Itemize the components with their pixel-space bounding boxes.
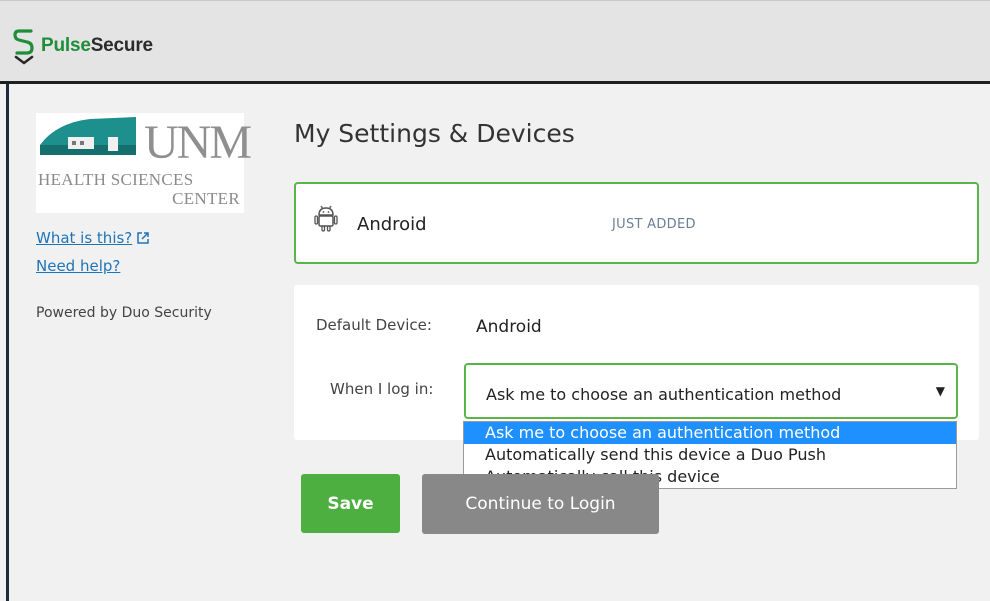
- device-card-android[interactable]: Android JUST ADDED: [294, 182, 979, 264]
- device-name: Android: [357, 214, 427, 235]
- top-border-line: [0, 0, 990, 1]
- default-device-label: Default Device:: [316, 316, 432, 334]
- logo-line1: HEALTH SCIENCES: [38, 170, 194, 189]
- pulse-secure-s-icon: [13, 29, 34, 65]
- external-link-icon: [137, 232, 150, 244]
- powered-by-text: Powered by Duo Security: [36, 305, 212, 321]
- android-icon: [314, 205, 338, 232]
- brand-name: PulseSecure: [41, 35, 153, 57]
- continue-to-login-button[interactable]: Continue to Login: [422, 474, 659, 534]
- what-is-this-label: What is this?: [36, 229, 133, 247]
- logo-line2: CENTER: [172, 189, 240, 208]
- dropdown-option-ask[interactable]: Ask me to choose an authentication metho…: [464, 422, 956, 444]
- save-button[interactable]: Save: [301, 474, 400, 533]
- default-device-value: Android: [476, 317, 542, 337]
- dropdown-option-push[interactable]: Automatically send this device a Duo Pus…: [464, 444, 956, 466]
- unm-hsc-logo: UNM HEALTH SCIENCES CENTER: [36, 113, 252, 213]
- top-bar: PulseSecure: [0, 0, 990, 84]
- pulse-secure-brand: PulseSecure: [12, 26, 153, 66]
- login-method-select[interactable]: Ask me to choose an authentication metho…: [464, 363, 958, 419]
- page-title: My Settings & Devices: [294, 119, 575, 148]
- brand-name-pulse: Pulse: [41, 35, 91, 56]
- settings-panel: Default Device: Android When I log in: A…: [294, 285, 979, 440]
- what-is-this-link[interactable]: What is this?: [36, 229, 256, 247]
- when-login-label: When I log in:: [330, 380, 434, 398]
- device-status-badge: JUST ADDED: [612, 217, 696, 232]
- logo-unm-text: UNM: [144, 116, 252, 169]
- left-edge-rule: [6, 84, 9, 601]
- need-help-link[interactable]: Need help?: [36, 257, 256, 275]
- brand-name-secure: Secure: [90, 35, 153, 56]
- sidebar: UNM HEALTH SCIENCES CENTER What is this?…: [36, 113, 256, 321]
- unm-building-icon: [40, 117, 136, 155]
- dropdown-arrow-icon: ▼: [935, 384, 945, 398]
- login-method-selected-value: Ask me to choose an authentication metho…: [486, 385, 842, 404]
